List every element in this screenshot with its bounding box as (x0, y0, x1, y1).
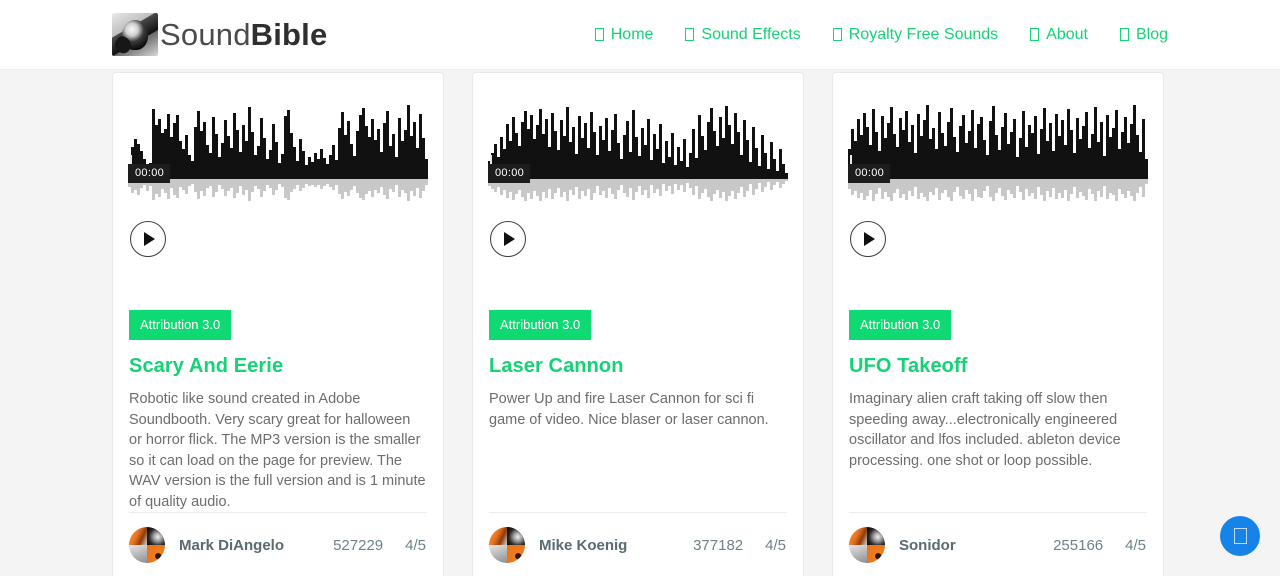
sound-title[interactable]: Scary And Eerie (129, 355, 427, 378)
nav-item-royalty-free-sounds[interactable]: Royalty Free Sounds (832, 25, 999, 44)
card-row-1: 00:00 Attribution 3.0 Scary And Eerie Ro… (112, 70, 1168, 576)
play-button[interactable] (490, 221, 526, 257)
avatar (129, 527, 165, 563)
sound-meta: Mike Koenig 377182 4/5 (489, 512, 787, 576)
sound-card: 00:00 Attribution 3.0 UFO Takeoff Imagin… (832, 72, 1164, 576)
play-button[interactable] (850, 221, 886, 257)
sound-title[interactable]: Laser Cannon (489, 355, 787, 378)
playback-time: 00:00 (128, 155, 171, 183)
waveform-player[interactable]: 00:00 (848, 89, 1148, 201)
avatar (489, 527, 525, 563)
rating-value: 4/5 (1125, 536, 1146, 554)
brand-name: SoundBible (160, 19, 327, 50)
missing-glyph-box-icon (1233, 528, 1247, 544)
play-icon (864, 232, 875, 246)
waveform-graphic (488, 106, 788, 201)
rating-value: 4/5 (405, 536, 426, 554)
author-name[interactable]: Mike Koenig (539, 537, 627, 554)
sound-meta: Sonidor 255166 4/5 (849, 512, 1147, 576)
sound-description: Robotic like sound created in Adobe Soun… (129, 391, 426, 510)
nav-label: Sound Effects (701, 25, 801, 43)
play-icon (504, 232, 515, 246)
play-icon (144, 232, 155, 246)
sound-meta: Mark DiAngelo 527229 4/5 (129, 512, 427, 576)
brand-name-light: Sound (160, 17, 251, 52)
nav-item-home[interactable]: Home (594, 25, 654, 44)
playback-time: 00:00 (848, 155, 891, 183)
nav-item-blog[interactable]: Blog (1119, 25, 1168, 44)
license-badge[interactable]: Attribution 3.0 (129, 310, 232, 340)
main-navigation: Home Sound Effects Royalty Free Sounds A… (594, 25, 1168, 44)
rating-value: 4/5 (765, 536, 786, 554)
sound-card: 00:00 Attribution 3.0 Laser Cannon Power… (472, 72, 804, 576)
play-button[interactable] (130, 221, 166, 257)
sound-description: Imaginary alien craft taking off slow th… (849, 391, 1121, 469)
sound-card: 00:00 Attribution 3.0 Scary And Eerie Ro… (112, 72, 444, 576)
missing-glyph-box-icon (594, 28, 604, 41)
nav-label: Blog (1135, 25, 1168, 43)
download-count: 527229 (333, 536, 384, 554)
playback-time: 00:00 (488, 155, 531, 183)
nav-item-about[interactable]: About (1030, 26, 1088, 44)
waveform-player[interactable]: 00:00 (488, 89, 788, 201)
sound-title[interactable]: UFO Takeoff (849, 355, 1147, 378)
nav-label: About (1046, 25, 1088, 43)
author-name[interactable]: Sonidor (899, 537, 956, 554)
nav-label: Home (610, 25, 654, 43)
nav-label: Royalty Free Sounds (848, 25, 999, 43)
sound-cards-grid: 00:00 Attribution 3.0 Scary And Eerie Ro… (0, 70, 1280, 576)
download-count: 255166 (1053, 536, 1104, 554)
sound-description: Power Up and fire Laser Cannon for sci f… (489, 391, 769, 428)
waveform-graphic (848, 105, 1148, 201)
soundbible-logo-icon (112, 13, 158, 56)
floating-action-button[interactable] (1220, 516, 1260, 556)
download-count: 377182 (693, 536, 744, 554)
brand-name-bold: Bible (250, 17, 328, 52)
nav-item-sound-effects[interactable]: Sound Effects (685, 25, 801, 44)
site-logo[interactable]: SoundBible (112, 13, 327, 56)
waveform-player[interactable]: 00:00 (128, 89, 428, 201)
license-badge[interactable]: Attribution 3.0 (489, 310, 592, 340)
site-header: SoundBible Home Sound Effects Royalty Fr… (0, 0, 1280, 70)
avatar (849, 527, 885, 563)
license-badge[interactable]: Attribution 3.0 (849, 310, 952, 340)
waveform-graphic (128, 105, 428, 201)
missing-glyph-box-icon (832, 28, 842, 41)
missing-glyph-box-icon (1119, 28, 1129, 41)
missing-glyph-box-icon (685, 28, 695, 41)
author-name[interactable]: Mark DiAngelo (179, 537, 284, 554)
missing-glyph-box-icon (1030, 28, 1040, 41)
